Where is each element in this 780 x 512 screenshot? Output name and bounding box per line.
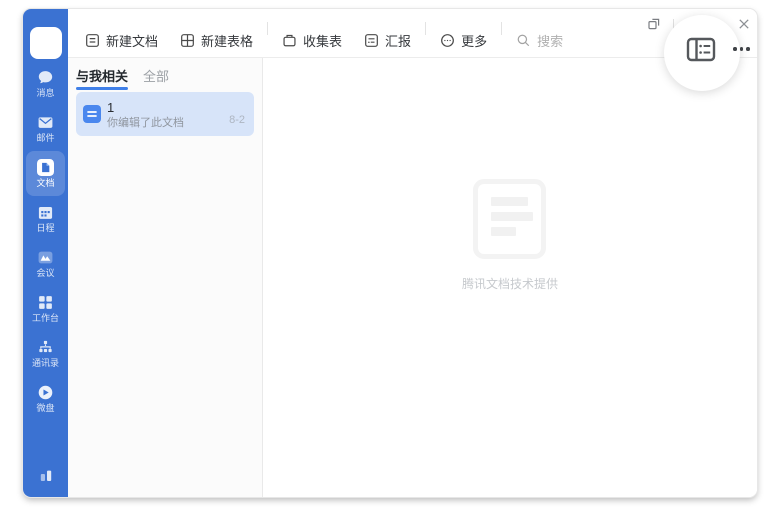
sidebar-stats-button[interactable] — [23, 467, 68, 483]
toolbar-divider — [267, 21, 269, 35]
wedrive-icon — [37, 384, 54, 401]
body-row: 与我相关 全部 1 你编辑了此文档 8-2 腾讯文档技术提供 — [68, 58, 757, 497]
more-circle-icon — [441, 33, 454, 47]
sidebar-item-calendar[interactable]: 日程 — [26, 196, 65, 241]
sidebar-item-label: 邮件 — [36, 133, 55, 143]
new-sheet-label: 新建表格 — [201, 33, 254, 49]
content-area: 新建文档 新建表格 收集表 汇报 更多 搜索 与我相关 全部 1 你编辑了此文档… — [68, 9, 757, 497]
close-button[interactable] — [738, 18, 750, 30]
new-sheet-button[interactable]: 新建表格 — [180, 30, 253, 50]
search-input[interactable]: 搜索 — [516, 30, 563, 50]
new-doc-button[interactable]: 新建文档 — [85, 30, 158, 50]
sidebar-item-mail[interactable]: 邮件 — [26, 106, 65, 151]
sidebar-item-meeting[interactable]: 会议 — [26, 241, 65, 286]
new-doc-icon — [86, 33, 99, 47]
more-horizontal-icon — [733, 47, 737, 51]
chat-bubble-icon — [37, 69, 54, 86]
doc-title: 1 — [107, 99, 115, 115]
new-doc-label: 新建文档 — [106, 33, 159, 49]
mail-icon — [37, 114, 54, 131]
sidebar-item-wedrive[interactable]: 微盘 — [26, 376, 65, 421]
sidebar-item-messages[interactable]: 消息 — [26, 61, 65, 106]
bar-chart-icon — [40, 470, 51, 481]
search-icon — [517, 34, 530, 46]
new-sheet-icon — [181, 33, 194, 47]
document-list-item[interactable]: 1 你编辑了此文档 8-2 — [76, 92, 254, 136]
collect-form-button[interactable]: 收集表 — [282, 30, 342, 50]
tab-all[interactable]: 全部 — [143, 66, 169, 90]
main-area: 腾讯文档技术提供 — [263, 58, 757, 497]
avatar[interactable] — [29, 27, 62, 59]
sidebar-item-label: 通讯录 — [31, 358, 59, 368]
collect-form-label: 收集表 — [303, 33, 343, 49]
toolbar-divider — [425, 21, 427, 35]
workbench-grid-icon — [37, 294, 54, 311]
more-button[interactable]: 更多 — [440, 30, 487, 50]
sidebar-item-label: 工作台 — [31, 313, 59, 323]
contacts-orgchart-icon — [37, 339, 54, 356]
doc-meta: 1 你编辑了此文档 — [107, 100, 184, 129]
collect-form-icon — [283, 34, 296, 46]
list-tabs: 与我相关 全部 — [68, 58, 262, 90]
calendar-icon — [37, 204, 54, 221]
layout-list-view-icon — [686, 37, 716, 62]
report-icon — [365, 33, 378, 47]
sidebar-item-label: 文档 — [36, 178, 55, 188]
sidebar-item-label: 消息 — [36, 88, 55, 98]
app-window: 消息 邮件 文档 日程 会议 工作台 通讯录 微盘 新建文档 新建表格 收集表 … — [22, 8, 758, 498]
doc-file-icon — [83, 105, 101, 123]
sidebar-item-workbench[interactable]: 工作台 — [26, 286, 65, 331]
sidebar-item-label: 日程 — [36, 223, 55, 233]
search-placeholder: 搜索 — [537, 33, 564, 49]
report-label: 汇报 — [385, 33, 412, 49]
tab-related-to-me[interactable]: 与我相关 — [76, 66, 129, 90]
empty-doc-icon — [473, 179, 547, 259]
sidebar-item-docs[interactable]: 文档 — [26, 151, 65, 196]
sidebar-item-contacts[interactable]: 通讯录 — [26, 331, 65, 376]
document-list-panel: 与我相关 全部 1 你编辑了此文档 8-2 — [68, 58, 263, 497]
doc-subtitle: 你编辑了此文档 — [107, 116, 184, 129]
layout-view-button[interactable] — [686, 37, 716, 62]
sidebar-item-label: 会议 — [36, 268, 55, 278]
close-icon — [739, 19, 749, 29]
more-options-button[interactable] — [731, 45, 752, 53]
report-button[interactable]: 汇报 — [364, 30, 411, 50]
empty-caption: 腾讯文档技术提供 — [461, 277, 558, 291]
tencent-docs-icon — [37, 159, 54, 176]
toolbar-divider — [501, 21, 503, 35]
detach-window-button[interactable] — [648, 18, 660, 30]
doc-date: 8-2 — [229, 114, 245, 126]
sidebar: 消息 邮件 文档 日程 会议 工作台 通讯录 微盘 — [23, 9, 68, 497]
sidebar-item-label: 微盘 — [36, 403, 55, 413]
empty-state: 腾讯文档技术提供 — [462, 179, 558, 497]
meeting-icon — [37, 249, 54, 266]
more-label: 更多 — [461, 33, 488, 49]
toolbar: 新建文档 新建表格 收集表 汇报 更多 搜索 — [68, 9, 757, 58]
detach-window-icon — [648, 18, 660, 30]
sidebar-nav: 消息 邮件 文档 日程 会议 工作台 通讯录 微盘 — [26, 61, 65, 421]
